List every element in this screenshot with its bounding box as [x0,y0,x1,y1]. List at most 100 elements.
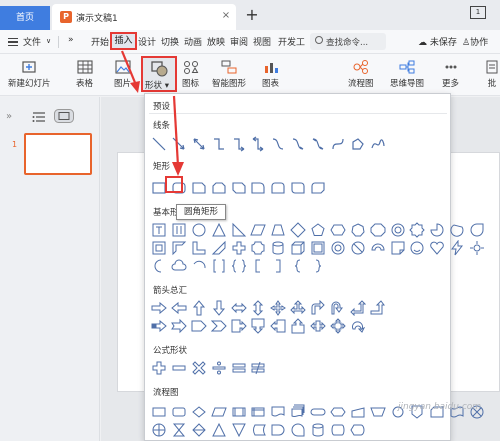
manual-input-shape[interactable] [350,404,366,420]
mindmap-button[interactable]: 思维导图 [390,60,424,89]
tab-home[interactable]: 首页 [0,6,50,30]
slide-view-icon[interactable] [54,109,74,123]
up-down-arrow-shape[interactable] [250,300,266,316]
decision-shape[interactable] [191,404,207,420]
can-shape[interactable] [270,240,286,256]
lightning-bolt-shape[interactable] [449,240,465,256]
search-input[interactable]: 查找命令... [310,33,386,50]
outline-view-icon[interactable] [32,111,46,123]
batch-button[interactable]: 批 [484,60,500,89]
striped-right-arrow-shape[interactable] [151,318,167,334]
oval-shape[interactable] [191,222,207,238]
new-tab-button[interactable]: + [244,6,260,24]
line-shape[interactable] [151,136,167,152]
multidocument-shape[interactable] [290,404,306,420]
down-arrow-shape[interactable] [211,300,227,316]
left-right-arrow-callout-shape[interactable] [310,318,326,334]
snip-round-rectangle-shape[interactable] [310,180,326,196]
left-brace-shape[interactable] [290,258,306,274]
direct-access-storage-shape[interactable] [330,422,346,438]
menu-view[interactable]: 视图 [253,35,271,48]
or-shape[interactable] [151,422,167,438]
unsaved-status[interactable]: ☁ 未保存 [418,35,457,48]
left-right-up-arrow-shape[interactable] [290,300,306,316]
menu-transition[interactable]: 切换 [161,35,179,48]
round-diagonal-rectangle-shape[interactable] [290,180,306,196]
snip-same-side-rectangle-shape[interactable] [211,180,227,196]
up-arrow-callout-shape[interactable] [290,318,306,334]
menu-developer[interactable]: 开发工 [278,35,305,48]
elbow-connector-shape[interactable] [211,136,227,152]
double-arrow-line-shape[interactable] [191,136,207,152]
chevron-down-icon[interactable]: ∨ [46,37,51,45]
arc-shape[interactable] [191,258,207,274]
not-equal-shape[interactable] [250,360,266,376]
snip-diagonal-rectangle-shape[interactable] [231,180,247,196]
process-shape[interactable] [151,404,167,420]
elbow-arrow-shape[interactable] [231,136,247,152]
bevel-shape[interactable] [310,240,326,256]
quad-arrow-callout-shape[interactable] [330,318,346,334]
table-button[interactable]: 表格 [76,60,93,89]
dodecagon-shape[interactable] [409,222,426,238]
plaque-shape[interactable] [250,240,266,256]
curved-arrow-shape[interactable] [290,136,306,152]
left-up-arrow-shape[interactable] [350,300,366,316]
half-frame-shape[interactable] [171,240,187,256]
diamond-shape[interactable] [290,222,306,238]
block-arc-shape[interactable] [370,240,386,256]
double-brace-shape[interactable] [231,258,247,274]
curved-double-arrow-shape[interactable] [310,136,326,152]
donut-shape[interactable] [330,240,346,256]
more-button[interactable]: 更多 [442,60,459,89]
magnetic-disk-shape[interactable] [310,422,326,438]
preparation-shape[interactable] [330,404,346,420]
triangle-shape[interactable] [211,222,227,238]
hexagon-shape[interactable] [330,222,346,238]
octagon-shape[interactable] [370,222,386,238]
right-arrow-shape[interactable] [151,300,167,316]
parallelogram-shape[interactable] [250,222,267,238]
menu-start[interactable]: 开始 [91,35,109,48]
hamburger-icon[interactable] [8,38,18,46]
right-triangle-shape[interactable] [231,222,247,238]
smart-art-button[interactable]: 智能图形 [212,60,246,89]
menu-animation[interactable]: 动画 [184,35,202,48]
elbow-double-arrow-shape[interactable] [250,136,266,152]
slide-thumbnail[interactable] [24,133,92,175]
heptagon-shape[interactable] [350,222,366,238]
divide-shape[interactable] [211,360,227,376]
new-slide-button[interactable]: 新建幻灯片 [8,60,51,89]
folded-corner-shape[interactable] [390,240,406,256]
round-same-side-rectangle-shape[interactable] [270,180,286,196]
bent-up-arrow-shape[interactable] [370,300,386,316]
display-shape[interactable] [350,422,366,438]
left-bracket-shape[interactable] [250,258,266,274]
vertical-text-box-shape[interactable] [171,222,187,238]
window-count-icon[interactable]: 1 [470,6,486,19]
pie-shape[interactable] [429,222,445,238]
curve-shape[interactable] [330,136,346,152]
collab-button[interactable]: ♙协作 [462,35,488,48]
menu-file[interactable]: 文件 [23,35,41,48]
chord-shape[interactable] [449,222,465,238]
equal-shape[interactable] [231,360,247,376]
sequential-access-shape[interactable] [290,422,306,438]
close-icon[interactable]: × [220,10,232,22]
document-shape[interactable] [270,404,286,420]
moon-shape[interactable] [151,258,167,274]
smiley-face-shape[interactable] [409,240,425,256]
more-menu-icon[interactable]: » [68,35,74,45]
menu-slideshow[interactable]: 放映 [207,35,225,48]
collate-shape[interactable] [171,422,187,438]
u-turn-arrow-shape[interactable] [330,300,346,316]
stored-data-shape[interactable] [250,422,267,438]
right-brace-shape[interactable] [310,258,326,274]
sun-shape[interactable] [469,240,485,256]
freeform-shape[interactable] [350,136,366,152]
tab-document[interactable]: P 演示文稿1 × [52,4,236,30]
quad-arrow-shape[interactable] [270,300,287,316]
trapezoid-shape[interactable] [270,222,286,238]
minus-shape[interactable] [171,360,187,376]
manual-operation-shape[interactable] [369,404,386,420]
